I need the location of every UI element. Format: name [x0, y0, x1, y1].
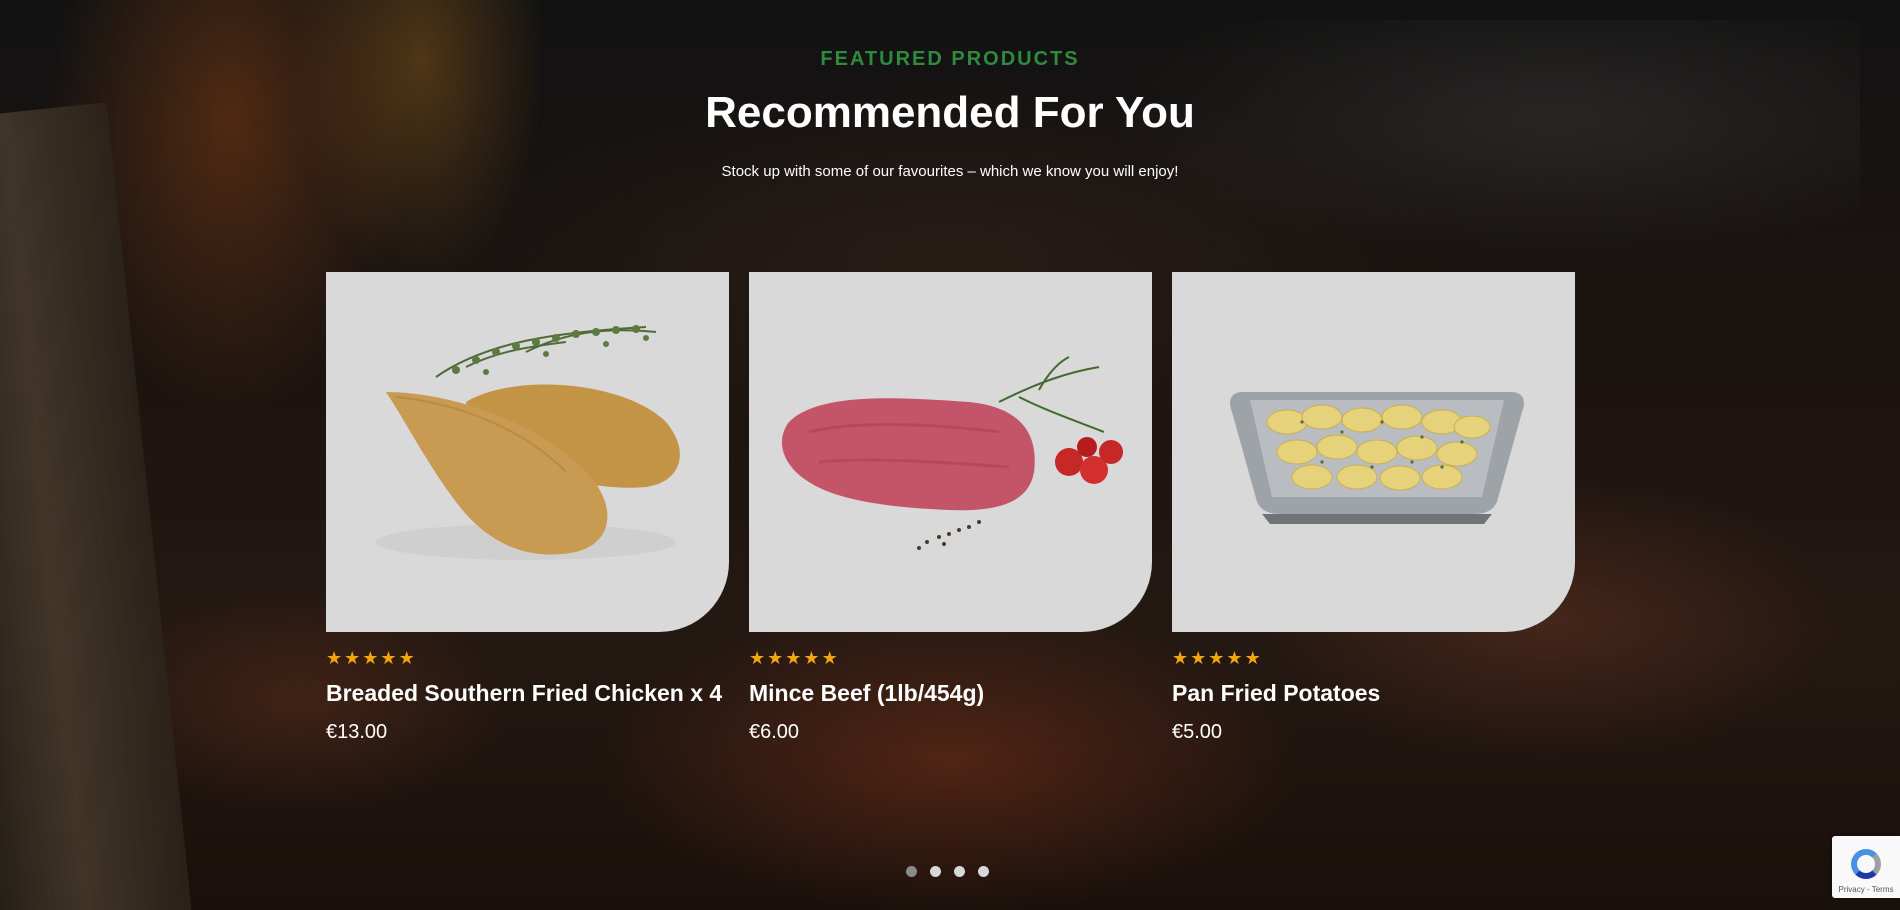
star-icon: ★ [362, 648, 379, 669]
star-icon: ★ [326, 648, 343, 669]
section-subtitle: Stock up with some of our favourites – w… [721, 163, 1179, 180]
product-image[interactable] [749, 272, 1152, 632]
recaptcha-badge[interactable]: Privacy - Terms [1832, 836, 1900, 898]
star-icon: ★ [821, 648, 838, 669]
carousel-dot[interactable] [930, 866, 941, 877]
background-log [0, 102, 193, 910]
star-icon: ★ [1172, 648, 1189, 669]
recaptcha-links[interactable]: Privacy - Terms [1839, 885, 1894, 894]
carousel-dot[interactable] [906, 866, 917, 877]
star-icon: ★ [1244, 648, 1261, 669]
recaptcha-icon [1851, 849, 1881, 879]
product-image[interactable] [1172, 272, 1575, 632]
product-image[interactable] [326, 272, 729, 632]
product-card[interactable]: ★ ★ ★ ★ ★ Breaded Southern Fried Chicken… [326, 272, 729, 744]
product-rating: ★ ★ ★ ★ ★ [326, 650, 729, 668]
section-eyebrow: FEATURED PRODUCTS [820, 48, 1080, 70]
star-icon: ★ [749, 648, 766, 669]
star-icon: ★ [785, 648, 802, 669]
star-icon: ★ [1208, 648, 1225, 669]
carousel-dot[interactable] [954, 866, 965, 877]
product-price: €6.00 [749, 721, 800, 743]
star-icon: ★ [1226, 648, 1243, 669]
featured-products-section: FEATURED PRODUCTS Recommended For You St… [0, 0, 1900, 910]
section-title: Recommended For You [705, 88, 1195, 137]
product-rating: ★ ★ ★ ★ ★ [749, 650, 1152, 668]
carousel-dot[interactable] [978, 866, 989, 877]
mince-beef-image [781, 356, 1123, 550]
product-name-link[interactable]: Pan Fried Potatoes [1172, 680, 1575, 707]
product-card[interactable]: ★ ★ ★ ★ ★ Mince Beef (1lb/454g) €6.00 [749, 272, 1152, 744]
potatoes-tray-image [1230, 392, 1524, 524]
star-icon: ★ [803, 648, 820, 669]
star-icon: ★ [767, 648, 784, 669]
product-price: €5.00 [1172, 721, 1223, 743]
star-icon: ★ [344, 648, 361, 669]
star-icon: ★ [1190, 648, 1207, 669]
carousel-pagination [906, 866, 989, 877]
star-icon: ★ [380, 648, 397, 669]
product-rating: ★ ★ ★ ★ ★ [1172, 650, 1575, 668]
fried-chicken-image [376, 325, 680, 560]
product-price: €13.00 [326, 721, 388, 743]
product-name-link[interactable]: Mince Beef (1lb/454g) [749, 680, 1152, 707]
product-card[interactable]: ★ ★ ★ ★ ★ Pan Fried Potatoes €5.00 [1172, 272, 1575, 744]
product-name-link[interactable]: Breaded Southern Fried Chicken x 4 [326, 680, 729, 707]
star-icon: ★ [398, 648, 415, 669]
